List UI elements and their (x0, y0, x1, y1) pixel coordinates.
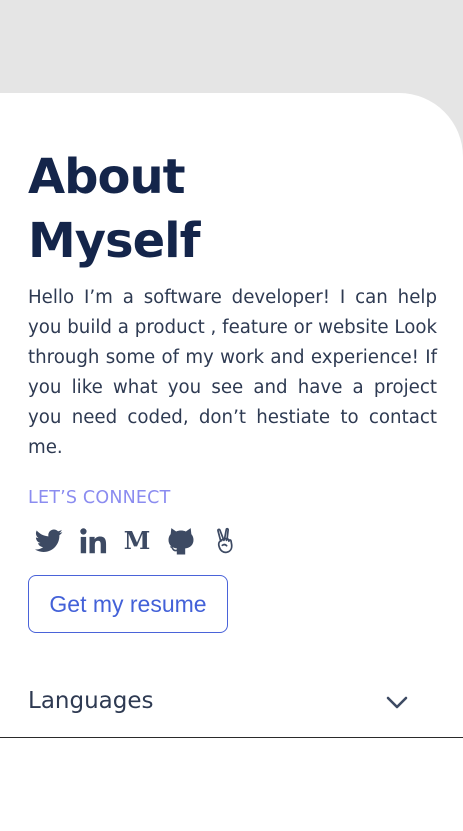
peace-link[interactable] (210, 526, 240, 556)
connect-label: LET’S CONNECT (28, 488, 171, 508)
linkedin-icon (80, 528, 107, 554)
github-icon (168, 528, 194, 555)
resume-button[interactable]: Get my resume (28, 575, 228, 633)
languages-accordion[interactable]: Languages (0, 676, 463, 738)
linkedin-link[interactable] (78, 526, 108, 556)
github-link[interactable] (166, 526, 196, 556)
social-links: M (34, 526, 240, 556)
page-title: About Myself (28, 149, 201, 269)
languages-label: Languages (28, 688, 154, 714)
medium-link[interactable]: M (122, 526, 152, 556)
medium-icon: M (124, 529, 151, 553)
twitter-icon (35, 529, 63, 552)
chevron-down-icon[interactable] (386, 696, 408, 710)
svg-text:M: M (124, 529, 151, 553)
twitter-link[interactable] (34, 526, 64, 556)
bio-text: Hello I’m a software developer! I can he… (28, 287, 437, 458)
peace-hand-icon (217, 527, 233, 554)
